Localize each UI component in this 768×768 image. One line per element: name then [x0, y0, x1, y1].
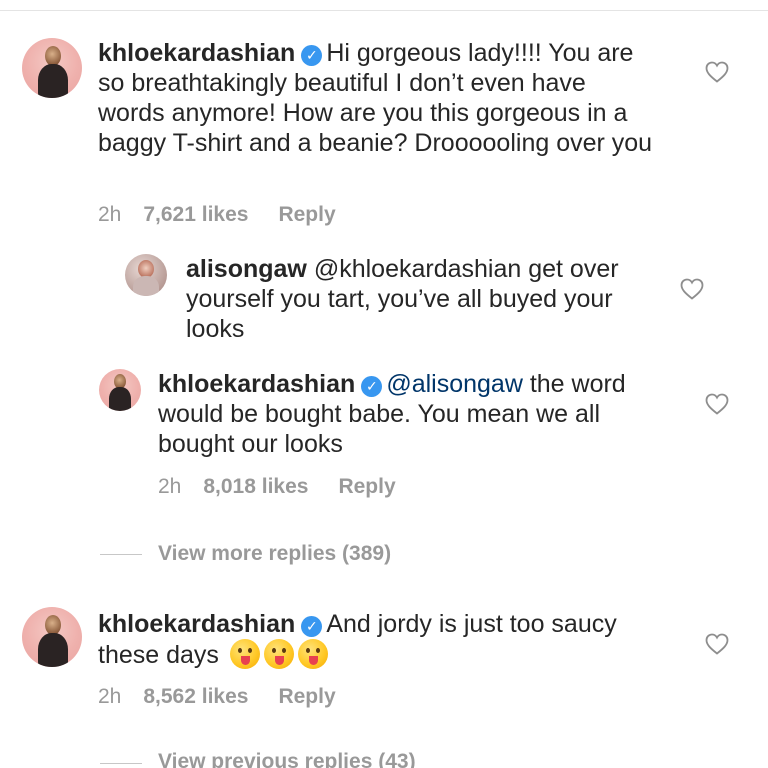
- reply-text: alisongaw @khloekardashian get over your…: [186, 254, 626, 344]
- comment-meta: 2h 8,562 likes Reply: [98, 685, 336, 709]
- reply-button[interactable]: Reply: [278, 203, 335, 226]
- avatar[interactable]: [125, 254, 167, 296]
- verified-badge-icon: ✓: [361, 376, 383, 397]
- face-with-tongue-icon: [297, 639, 328, 669]
- view-more-replies-button[interactable]: View more replies (389): [158, 542, 391, 566]
- comment-text: khloekardashian ✓ Hi gorgeous lady!!!! You…: [98, 38, 658, 158]
- reply-button[interactable]: Reply: [338, 475, 395, 498]
- reply-mention[interactable]: @alisongaw: [386, 370, 523, 398]
- view-previous-replies-button[interactable]: View previous replies (43): [158, 750, 416, 768]
- reply-username[interactable]: khloekardashian: [158, 370, 355, 398]
- reply-mention[interactable]: @khloekardashian: [314, 255, 521, 283]
- face-with-tongue-icon: [229, 639, 260, 669]
- heart-outline-icon[interactable]: [705, 61, 729, 83]
- comment-username[interactable]: khloekardashian: [98, 39, 295, 67]
- likes-count[interactable]: 8,018 likes: [203, 475, 308, 498]
- likes-count[interactable]: 8,562 likes: [143, 685, 248, 708]
- likes-count[interactable]: 7,621 likes: [143, 203, 248, 226]
- verified-badge-icon: ✓: [301, 616, 323, 637]
- view-replies-line: [100, 763, 142, 764]
- comment-time: 2h: [98, 203, 122, 226]
- comments-screen: khloekardashian ✓ Hi gorgeous lady!!!! You…: [0, 0, 768, 768]
- heart-outline-icon[interactable]: [705, 393, 729, 415]
- reply-button[interactable]: Reply: [278, 685, 335, 708]
- reply-meta: 2h 8,018 likes Reply: [158, 475, 396, 499]
- comment-time: 2h: [98, 685, 122, 708]
- view-replies-line: [100, 554, 142, 555]
- heart-outline-icon[interactable]: [680, 278, 704, 300]
- reply-time: 2h: [158, 475, 182, 498]
- heart-outline-icon[interactable]: [705, 633, 729, 655]
- avatar[interactable]: [22, 607, 82, 667]
- top-divider: [0, 10, 768, 11]
- face-with-tongue-icon: [263, 639, 294, 669]
- comment-text: khloekardashian ✓ And jordy is just too sa…: [98, 609, 678, 670]
- comment-username[interactable]: khloekardashian: [98, 610, 295, 638]
- comment-meta: 2h 7,621 likes Reply: [98, 203, 336, 227]
- reply-text: khloekardashian ✓ @alisongaw the word woul…: [158, 369, 668, 459]
- reply-username[interactable]: alisongaw: [186, 255, 307, 283]
- avatar[interactable]: [22, 38, 82, 98]
- verified-badge-icon: ✓: [301, 45, 323, 66]
- avatar[interactable]: [99, 369, 141, 411]
